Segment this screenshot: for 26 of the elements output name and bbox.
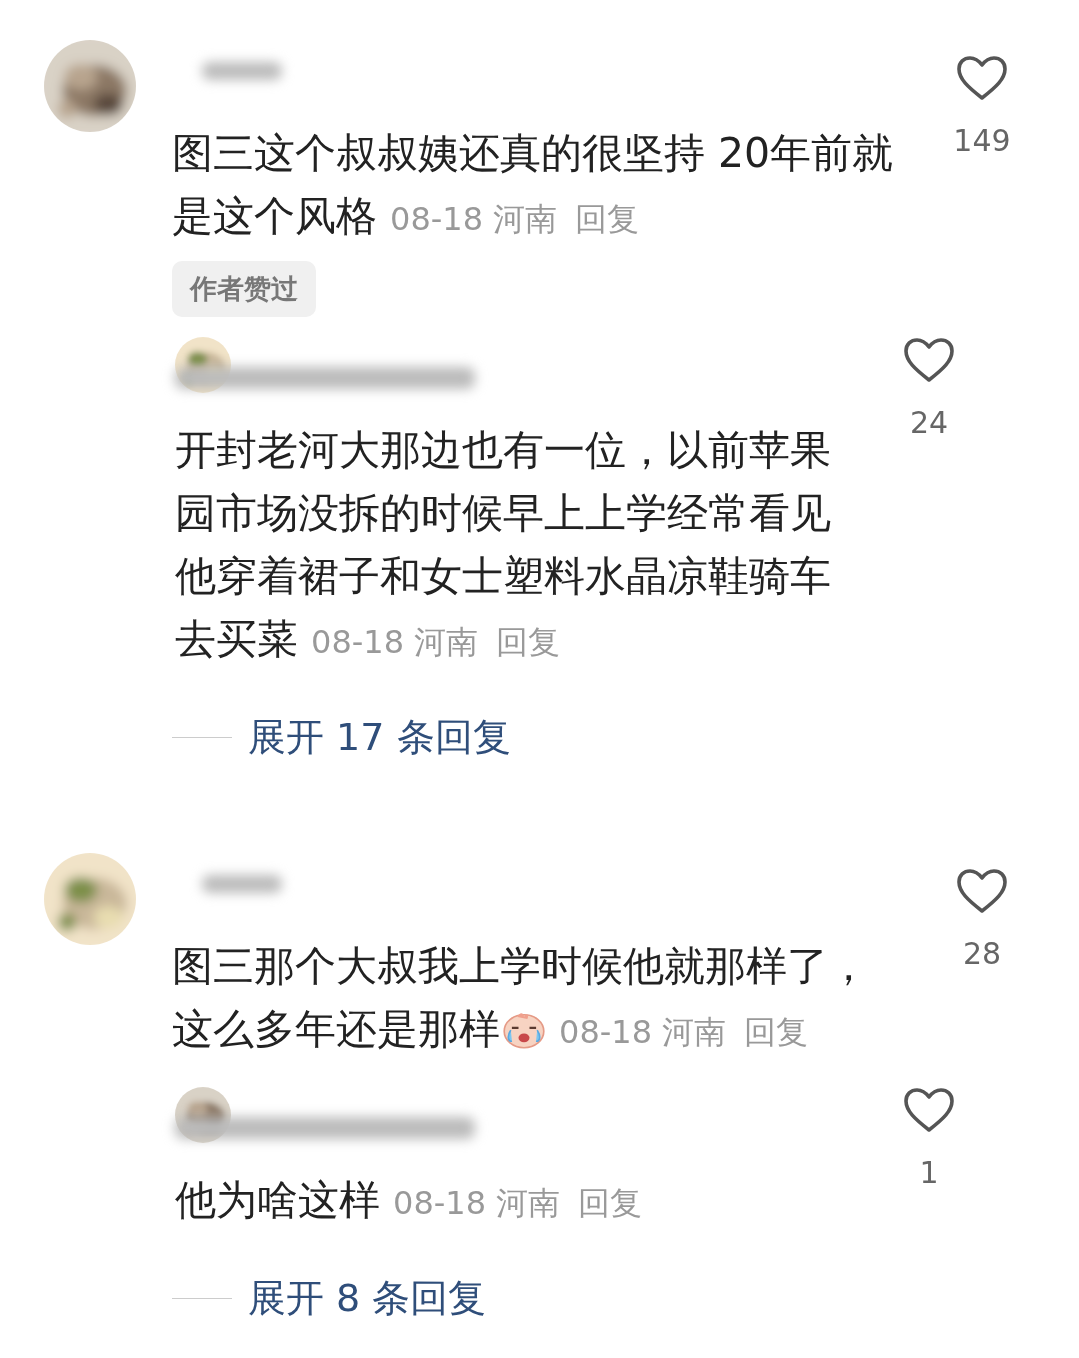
like-count: 24 — [909, 405, 949, 440]
heart-icon[interactable] — [903, 1087, 955, 1133]
comment-text: 这么多年还是那样 — [172, 1005, 500, 1053]
reply-text: 去买菜 — [175, 615, 298, 663]
reply-link[interactable]: 回复 — [744, 1013, 809, 1051]
heart-icon[interactable] — [956, 868, 1008, 914]
comment-text: 图三这个叔叔姨还真的很坚持 20年前就 — [172, 128, 895, 179]
author-liked-badge: 作者赞过 — [172, 261, 316, 317]
reply-text: 开封老河大那边也有一位，以前苹果园市场没拆的时候早上上学经常看见他穿着裙子和女士塑料水晶凉鞋骑车 — [175, 425, 832, 602]
expand-replies-link[interactable]: 展开 17 条回复 — [248, 712, 511, 763]
reply-link[interactable]: 回复 — [575, 200, 640, 238]
like-count: 1 — [919, 1155, 939, 1190]
comment-meta: 08-18 河南 — [393, 1184, 561, 1222]
comment-meta: 08-18 河南 — [390, 200, 558, 238]
comment-text: 是这个风格 — [172, 192, 377, 240]
expand-replies-link[interactable]: 展开 8 条回复 — [248, 1273, 487, 1324]
reply-text: 他为啥这样 — [175, 1176, 380, 1224]
reply-link[interactable]: 回复 — [496, 623, 561, 661]
like-count: 28 — [962, 936, 1002, 971]
heart-icon[interactable] — [956, 55, 1008, 101]
comment-meta: 08-18 河南 — [559, 1013, 727, 1051]
heart-icon[interactable] — [903, 337, 955, 383]
comment-meta: 08-18 河南 — [311, 623, 479, 661]
reply-link[interactable]: 回复 — [578, 1184, 643, 1222]
comment-text: 图三那个大叔我上学时候他就那样了， — [172, 941, 870, 992]
like-count: 149 — [953, 123, 1011, 158]
